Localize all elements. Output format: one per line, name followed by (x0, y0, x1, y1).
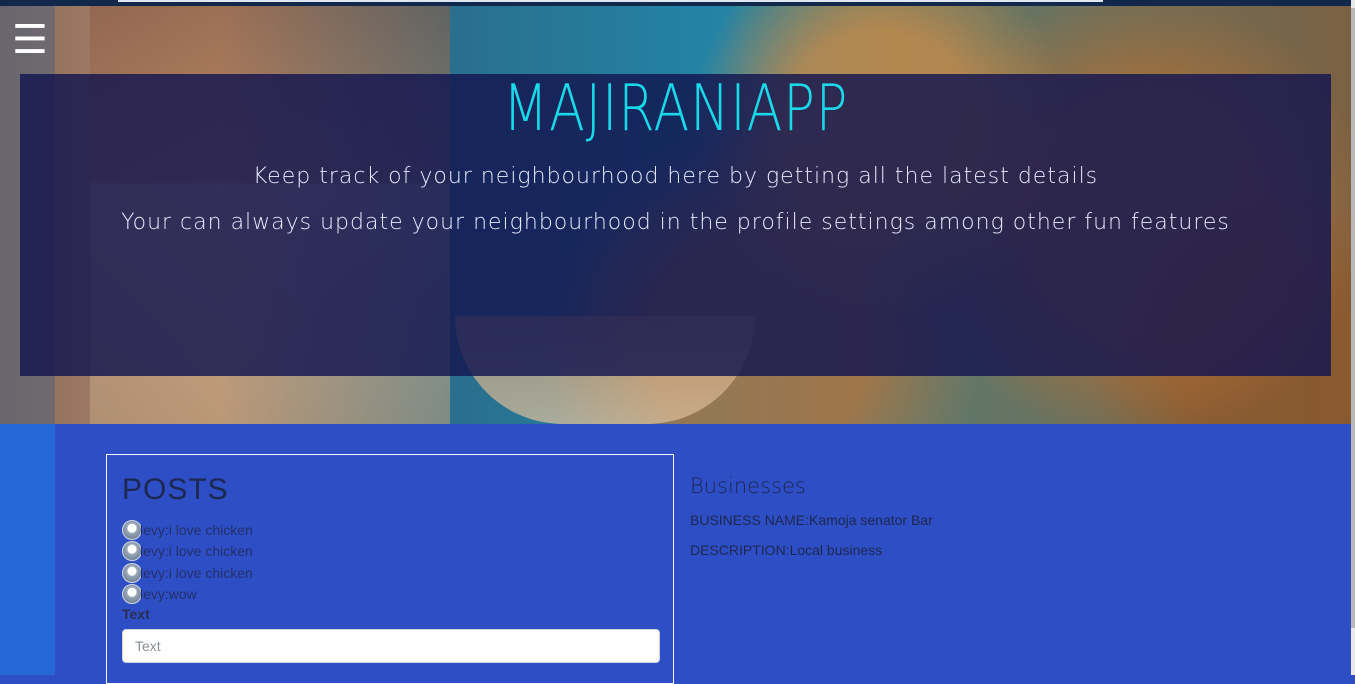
scrollbar-thumb[interactable] (1351, 8, 1355, 628)
site-title: MAJIRANIAPP (502, 72, 849, 146)
hero-tagline-1: Keep track of your neighbourhood here by… (252, 164, 1099, 189)
top-bar-highlight (118, 0, 1103, 2)
post-item: levy:i love chicken (122, 519, 662, 541)
post-list: levy:i love chicken levy:i love chicken … (122, 519, 662, 605)
post-item: levy:wow (122, 584, 662, 606)
hero-tagline-2: Your can always update your neighbourhoo… (121, 210, 1230, 235)
left-side-strip (0, 424, 55, 675)
post-text: levy:i love chicken (140, 543, 253, 560)
avatar (122, 562, 142, 583)
post-item: levy:i love chicken (122, 562, 662, 584)
hamburger-menu-icon[interactable]: ☰ (12, 18, 48, 62)
post-text-input[interactable] (122, 629, 660, 663)
posts-card: POSTS levy:i love chicken levy:i love ch… (106, 454, 674, 684)
post-text: levy:i love chicken (140, 521, 253, 538)
avatar (122, 584, 142, 605)
posts-heading: POSTS (122, 473, 229, 506)
avatar (122, 541, 142, 562)
businesses-heading: Businesses (690, 474, 806, 498)
avatar (122, 519, 142, 540)
post-item: levy:i love chicken (122, 541, 662, 563)
text-field-label: Text (122, 606, 150, 622)
post-text: levy:wow (140, 586, 197, 603)
business-name: BUSINESS NAME:Kamoja senator Bar (690, 512, 933, 528)
business-description: DESCRIPTION:Local business (690, 542, 883, 558)
hero-overlay: MAJIRANIAPP Keep track of your neighbour… (20, 74, 1331, 376)
post-text: levy:i love chicken (140, 564, 253, 581)
